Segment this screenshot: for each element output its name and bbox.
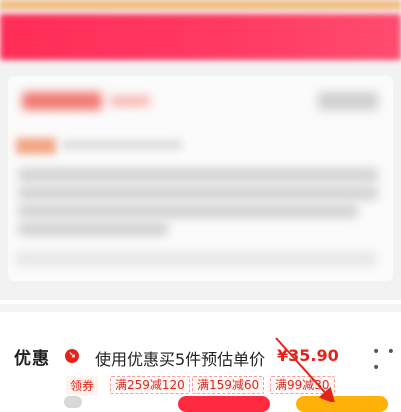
coupon-badge[interactable]: 满159减60 bbox=[192, 376, 265, 394]
coupon-badge[interactable]: 满99减30 bbox=[270, 376, 335, 394]
promo-description: 使用优惠买5件预估单价 bbox=[95, 350, 266, 369]
blurred-tag-text bbox=[62, 140, 182, 150]
blurred-tag bbox=[16, 138, 56, 154]
promo-estimated-price: ¥35.90 bbox=[277, 346, 339, 365]
blurred-top-strip bbox=[0, 0, 401, 10]
blurred-share-icon bbox=[318, 92, 378, 110]
blurred-promo-banner bbox=[0, 14, 401, 60]
blurred-store-logo bbox=[22, 92, 102, 110]
add-to-cart-button[interactable] bbox=[178, 396, 270, 412]
more-options-icon[interactable]: • • • bbox=[372, 344, 401, 376]
blurred-store-logo-suffix bbox=[110, 96, 150, 106]
buy-now-button[interactable] bbox=[296, 396, 388, 412]
blurred-title-line bbox=[18, 168, 378, 182]
promotion-section[interactable]: 优惠 ↘ 使用优惠买5件预估单价 ¥35.90 • • • 领券 满259减12… bbox=[0, 304, 401, 410]
promo-title: 优惠 bbox=[14, 349, 50, 369]
discount-arrow-icon: ↘ bbox=[65, 349, 79, 363]
get-coupon-label[interactable]: 领券 bbox=[66, 376, 99, 395]
blurred-title-line bbox=[18, 186, 378, 200]
blurred-product-area bbox=[0, 0, 401, 300]
blurred-title-line bbox=[18, 204, 358, 218]
store-icon[interactable] bbox=[64, 396, 82, 408]
coupon-badge[interactable]: 满259减120 bbox=[110, 376, 190, 394]
blurred-footer-line bbox=[16, 252, 376, 266]
blurred-title-line bbox=[18, 222, 168, 236]
